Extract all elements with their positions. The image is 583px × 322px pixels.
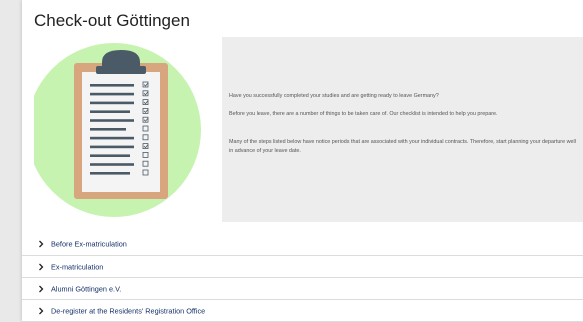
checklist-line bbox=[90, 172, 130, 175]
accordion-label: Before Ex-matriculation bbox=[51, 239, 127, 249]
clipboard-illustration-svg bbox=[34, 43, 201, 217]
checklist-line bbox=[90, 110, 130, 113]
checklist-line bbox=[90, 101, 134, 105]
checklist-line bbox=[90, 128, 126, 131]
intro-paragraph: Many of the steps listed below have noti… bbox=[229, 139, 576, 155]
checklist-line bbox=[90, 163, 134, 166]
checklist-accordion: Before Ex-matriculation Ex-matriculation… bbox=[22, 233, 583, 322]
clipboard-checklist-icon bbox=[34, 38, 222, 218]
checklist-line bbox=[90, 145, 134, 149]
accordion-item-ex-matriculation[interactable]: Ex-matriculation bbox=[22, 256, 583, 278]
chevron-right-icon bbox=[39, 240, 44, 248]
clip-base bbox=[96, 66, 146, 74]
checklist-line bbox=[90, 84, 134, 87]
chevron-right-icon bbox=[39, 285, 44, 292]
chevron-right-icon bbox=[39, 263, 44, 270]
page-title: Check-out Göttingen bbox=[34, 11, 190, 30]
accordion-item-de-register[interactable]: De-register at the Residents' Registrati… bbox=[22, 300, 583, 322]
checklist-line bbox=[90, 92, 134, 96]
chevron-right-icon bbox=[39, 307, 44, 314]
intro-paragraph: Before you leave, there are a number of … bbox=[229, 111, 498, 117]
accordion-label: De-register at the Residents' Registrati… bbox=[51, 306, 206, 315]
checklist-line bbox=[90, 154, 130, 157]
accordion-item-alumni-goettingen[interactable]: Alumni Göttingen e.V. bbox=[22, 278, 583, 300]
clip-icon bbox=[102, 50, 140, 68]
content-page: Check-out Göttingen Have you successfull… bbox=[22, 0, 583, 322]
checklist-line bbox=[90, 136, 134, 140]
accordion-item-before-ex-matriculation[interactable]: Before Ex-matriculation bbox=[22, 233, 583, 256]
intro-paragraph: Have you successfully completed your stu… bbox=[229, 93, 439, 99]
accordion-label: Alumni Göttingen e.V. bbox=[51, 284, 122, 293]
accordion-label: Ex-matriculation bbox=[51, 262, 104, 271]
intro-panel: Have you successfully completed your stu… bbox=[222, 37, 583, 222]
checklist-line bbox=[90, 119, 134, 122]
